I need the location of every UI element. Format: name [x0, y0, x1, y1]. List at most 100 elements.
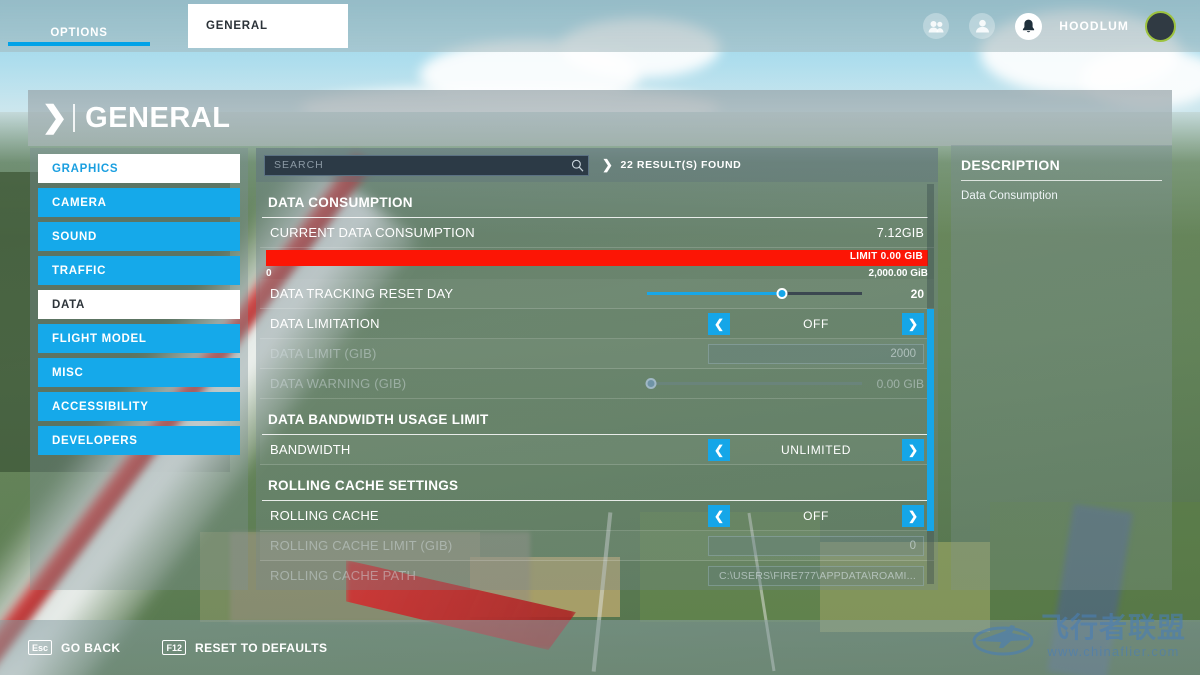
setting-text-field: 2000 — [708, 343, 924, 364]
setting-row-current-data-consumption[interactable]: CURRENT DATA CONSUMPTION 7.12GIB — [260, 218, 934, 248]
search-input[interactable] — [265, 159, 566, 171]
notifications-button[interactable] — [1005, 0, 1051, 52]
tab-options[interactable]: OPTIONS — [0, 0, 158, 52]
sidebar-item-sound[interactable]: SOUND — [38, 222, 240, 251]
top-bar-right: HOODLUM — [913, 0, 1200, 52]
description-body: Data Consumption — [961, 190, 1058, 202]
setting-text-field: 0 — [708, 535, 924, 556]
description-panel: DESCRIPTION Data Consumption — [951, 145, 1172, 590]
sidebar-item-label: ACCESSIBILITY — [52, 400, 149, 413]
sidebar-item-developers[interactable]: DEVELOPERS — [38, 426, 240, 455]
page-title: GENERAL — [85, 101, 231, 134]
sidebar-item-label: CAMERA — [52, 196, 107, 209]
footer-keycap: Esc — [28, 640, 53, 655]
page-header-divider — [73, 104, 76, 132]
search-row: ❯ 22 RESULT(S) FOUND — [256, 148, 938, 182]
footer-action-label: GO BACK — [61, 640, 121, 655]
top-bar: OPTIONS GENERAL HOODLUM — [0, 0, 1200, 52]
setting-value: 7.12GIB — [876, 225, 924, 240]
notifications-bell-icon — [1014, 12, 1042, 40]
enum-prev-button[interactable]: ❮ — [708, 312, 730, 335]
page-header-arrow-icon: ❯ — [41, 101, 68, 134]
description-title: DESCRIPTION — [961, 157, 1162, 181]
setting-row-bandwidth[interactable]: BANDWIDTH ❮ UNLIMITED ❯ — [260, 435, 934, 465]
enum-next-button[interactable]: ❯ — [902, 312, 924, 335]
setting-text-field: C:\USERS\FIRE777\APPDATA\ROAMI... — [708, 565, 924, 586]
setting-label: BANDWIDTH — [270, 442, 351, 457]
profile-icon — [969, 13, 996, 39]
results-chevron-icon: ❯ — [602, 157, 614, 172]
tab-bar: OPTIONS GENERAL — [0, 0, 348, 52]
footer-action-label: RESET TO DEFAULTS — [195, 640, 328, 655]
enum-next-button[interactable]: ❯ — [902, 504, 924, 527]
consumption-bar-scale: 0 2,000.00 GiB — [266, 268, 928, 279]
sidebar-item-misc[interactable]: MISC — [38, 358, 240, 387]
settings-scrollbar-thumb[interactable] — [927, 309, 934, 531]
friends-button[interactable] — [913, 0, 959, 52]
avatar[interactable] — [1145, 10, 1176, 42]
setting-row-data-limit-gib: DATA LIMIT (GIB) 2000 — [260, 339, 934, 369]
setting-label: ROLLING CACHE LIMIT (GIB) — [270, 538, 453, 553]
tab-options-label: OPTIONS — [50, 27, 108, 39]
footer-keycap: F12 — [162, 640, 186, 655]
footer-action-go-back[interactable]: Esc GO BACK — [28, 640, 120, 655]
setting-slider — [645, 377, 862, 391]
sidebar-item-camera[interactable]: CAMERA — [38, 188, 240, 217]
search-icon — [566, 159, 588, 172]
setting-enum: ❮ UNLIMITED ❯ — [708, 438, 924, 461]
sidebar-item-graphics[interactable]: GRAPHICS — [38, 154, 240, 183]
setting-slider[interactable] — [647, 287, 862, 301]
enum-prev-button[interactable]: ❮ — [708, 438, 730, 461]
slider-fill — [647, 292, 783, 295]
setting-row-data-limitation[interactable]: DATA LIMITATION ❮ OFF ❯ — [260, 309, 934, 339]
setting-label: CURRENT DATA CONSUMPTION — [270, 225, 475, 240]
sidebar-item-label: TRAFFIC — [52, 264, 107, 277]
sidebar-item-flight-model[interactable]: FLIGHT MODEL — [38, 324, 240, 353]
section-title-rolling-cache-settings: ROLLING CACHE SETTINGS — [262, 471, 928, 501]
setting-label: DATA LIMIT (GIB) — [270, 346, 377, 361]
consumption-scale-min: 0 — [266, 268, 272, 279]
sidebar-item-label: SOUND — [52, 230, 98, 243]
sidebar-item-label: MISC — [52, 366, 84, 379]
sidebar-item-label: GRAPHICS — [52, 162, 119, 175]
footer-action-reset-to-defaults[interactable]: F12 RESET TO DEFAULTS — [162, 640, 327, 655]
results-label: 22 RESULT(S) FOUND — [620, 159, 742, 171]
enum-value: OFF — [803, 508, 829, 523]
setting-row-rolling-cache-limit-gib: ROLLING CACHE LIMIT (GIB) 0 — [260, 531, 934, 561]
search-results-count: ❯ 22 RESULT(S) FOUND — [602, 157, 741, 173]
slider-value: 0.00 GIB — [876, 376, 924, 391]
tab-general-label: GENERAL — [206, 20, 268, 32]
slider-handle[interactable] — [645, 378, 657, 389]
setting-label: DATA TRACKING RESET DAY — [270, 286, 454, 301]
setting-row-rolling-cache[interactable]: ROLLING CACHE ❮ OFF ❯ — [260, 501, 934, 531]
sidebar-item-traffic[interactable]: TRAFFIC — [38, 256, 240, 285]
enum-prev-button[interactable]: ❮ — [708, 504, 730, 527]
sidebar-item-label: DEVELOPERS — [52, 434, 138, 447]
sidebar-item-accessibility[interactable]: ACCESSIBILITY — [38, 392, 240, 421]
settings-scrollbar[interactable] — [927, 184, 934, 584]
setting-label: ROLLING CACHE — [270, 508, 379, 523]
enum-value: UNLIMITED — [780, 442, 852, 457]
footer-bar: Esc GO BACK F12 RESET TO DEFAULTS — [0, 620, 1200, 675]
tab-general[interactable]: GENERAL — [188, 4, 348, 48]
setting-row-rolling-cache-path: ROLLING CACHE PATH C:\USERS\FIRE777\APPDA… — [260, 561, 934, 590]
data-consumption-bar: LIMIT 0.00 GIB 0 2,000.00 GiB — [260, 250, 934, 279]
setting-row-data-warning-gib: DATA WARNING (GIB) 0.00 GIB — [260, 369, 934, 399]
enum-next-button[interactable]: ❯ — [902, 438, 924, 461]
slider-handle[interactable] — [776, 288, 788, 299]
consumption-bar-track: LIMIT 0.00 GIB — [266, 250, 928, 266]
setting-label: DATA WARNING (GIB) — [270, 376, 407, 391]
slider-value: 20 — [910, 286, 924, 301]
profile-button[interactable] — [959, 0, 1005, 52]
slider-track — [647, 382, 862, 385]
username-label: HOODLUM — [1059, 19, 1129, 33]
settings-list: DATA CONSUMPTION CURRENT DATA CONSUMPTION… — [256, 188, 938, 590]
consumption-bar-fill — [266, 250, 928, 266]
setting-row-data-tracking-reset-day[interactable]: DATA TRACKING RESET DAY 20 — [260, 279, 934, 309]
setting-label: DATA LIMITATION — [270, 316, 380, 331]
setting-enum: ❮ OFF ❯ — [708, 312, 924, 335]
search-box[interactable] — [264, 154, 589, 176]
enum-value: OFF — [803, 316, 829, 331]
sidebar-item-data[interactable]: DATA — [38, 290, 240, 319]
settings-category-sidebar: GRAPHICS CAMERA SOUND TRAFFIC DATA FLIGHT MOD… — [30, 148, 248, 590]
